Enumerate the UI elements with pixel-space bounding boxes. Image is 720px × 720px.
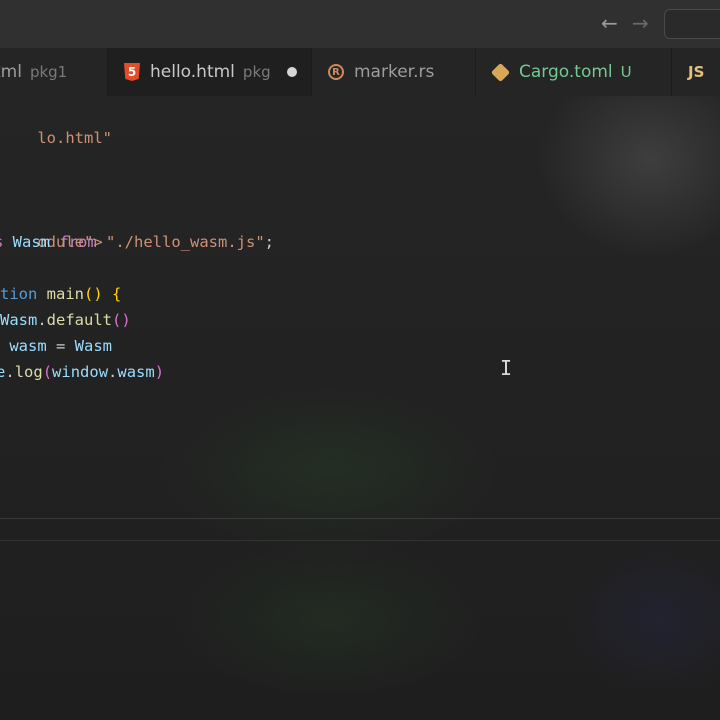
html5-icon: 5	[124, 63, 140, 81]
tab-js-file[interactable]: JS	[672, 48, 720, 96]
tab-cargo-toml[interactable]: Cargo.toml U	[476, 48, 672, 96]
code-line: odule">	[37, 233, 103, 251]
tab-label: marker.rs	[354, 62, 435, 82]
tab-label: hello.html	[150, 62, 235, 82]
code-editor[interactable]: lo.html" odule"> s Wasm from "./hello_wa…	[0, 96, 720, 526]
tab-label: Cargo.toml	[519, 62, 613, 82]
panel-divider[interactable]	[0, 518, 720, 519]
tab-pkg1-html[interactable]: tml pkg1	[0, 48, 108, 96]
title-bar: ← →	[0, 0, 720, 48]
forward-arrow-icon[interactable]: →	[632, 10, 649, 36]
code-line: wasm = Wasm	[0, 337, 112, 355]
rust-icon: R	[328, 64, 344, 80]
code-line: tion main() {	[0, 285, 122, 303]
git-untracked-badge: U	[620, 63, 632, 81]
cargo-package-icon	[490, 62, 511, 82]
editor-tab-bar: tml pkg1 5 hello.html pkg R marker.rs Ca…	[0, 48, 720, 96]
back-arrow-icon[interactable]: ←	[601, 10, 618, 36]
code-line: e.log(window.wasm)	[0, 363, 165, 381]
code-line: lo.html"	[37, 129, 112, 147]
code-line: Wasm.default()	[0, 311, 131, 329]
panel-divider	[0, 540, 720, 541]
javascript-icon: JS	[688, 63, 705, 81]
command-center-search[interactable]	[664, 9, 720, 39]
tab-description: pkg	[242, 63, 271, 81]
text-cursor-icon: I	[500, 356, 513, 380]
tab-hello-html[interactable]: 5 hello.html pkg	[108, 48, 312, 96]
code-line: s Wasm from "./hello_wasm.js";	[0, 233, 274, 251]
unsaved-dot-icon[interactable]	[286, 67, 297, 77]
tab-description: pkg1	[29, 63, 68, 81]
tab-label: tml	[0, 62, 22, 82]
tab-marker-rs[interactable]: R marker.rs	[312, 48, 476, 96]
